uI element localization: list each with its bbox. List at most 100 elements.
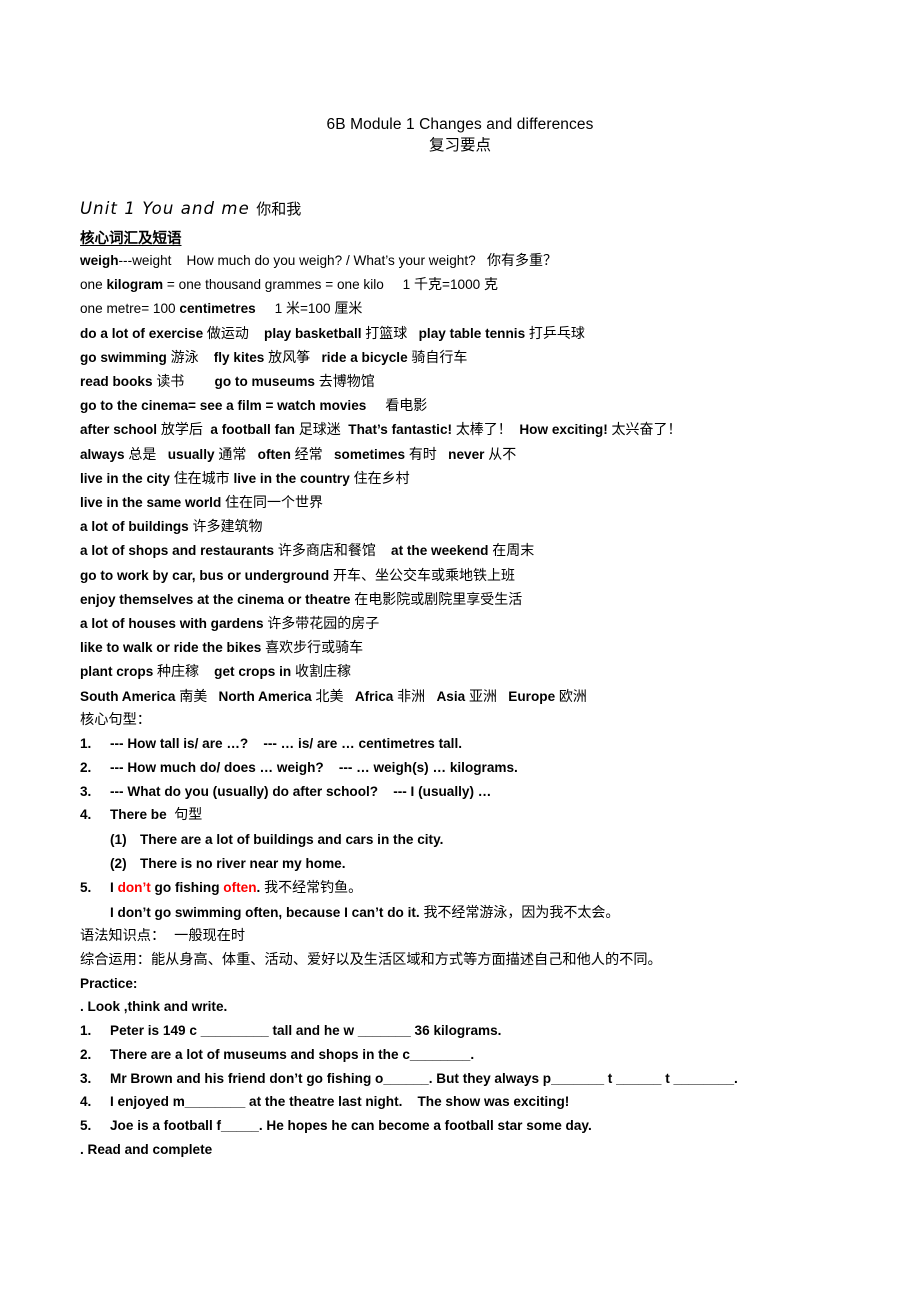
text-run: get crops in: [199, 664, 295, 680]
chinese-gloss: 克: [484, 277, 498, 294]
list-marker: 2.: [80, 1046, 92, 1062]
chinese-gloss: 句型: [174, 807, 203, 824]
vocab-section-heading: 核心词汇及短语: [80, 231, 182, 247]
chinese-gloss: 住在同一个世界: [225, 495, 324, 512]
chinese-gloss: 打乒乓球: [528, 325, 585, 342]
vocab-line-after-school: after school 放学后 a football fan 足球迷 That…: [80, 418, 840, 442]
chinese-gloss: 许多带花园的房子: [267, 616, 380, 633]
text-run: =1000: [442, 277, 484, 293]
sentence-pattern-item: 1. --- How tall is/ are …? --- … is/ are …: [80, 732, 840, 756]
text-run: go swimming: [80, 349, 171, 365]
chinese-gloss: 在周末: [492, 543, 535, 560]
practice-item: 5. Joe is a football f_____. He hopes he …: [80, 1114, 840, 1138]
text-run: How exciting!: [511, 422, 612, 438]
chinese-gloss: 游泳: [170, 349, 199, 366]
unit-heading-cn: 你和我: [256, 200, 302, 218]
text-run: fly kites: [198, 349, 269, 365]
vocab-line-kilogram: one kilogram = one thousand grammes = on…: [80, 273, 840, 297]
text-run: There be: [110, 807, 175, 823]
vocab-line-weigh: weigh---weight How much do you weigh? / …: [80, 249, 840, 273]
text-run: ride a bicycle: [310, 349, 412, 365]
practice-label: Practice:: [80, 975, 138, 991]
vocab-line-swimming: go swimming 游泳 fly kites 放风筝 ride a bicy…: [80, 346, 840, 370]
text-run: like to walk or ride the bikes: [80, 640, 266, 656]
chinese-gloss: 从不: [488, 446, 517, 463]
list-marker: 1.: [80, 736, 92, 752]
vocab-line-shops-restaurants: a lot of shops and restaurants 许多商店和餐馆 a…: [80, 539, 840, 563]
document-title: 6B Module 1 Changes and differences: [326, 116, 594, 133]
practice-item: 3. Mr Brown and his friend don’t go fishi…: [80, 1067, 840, 1091]
text-run: I enjoyed m________ at the theatre last …: [110, 1094, 570, 1110]
text-run: often: [246, 446, 295, 462]
chinese-gloss: 做运动: [206, 325, 249, 342]
chinese-gloss: 种庄稼: [157, 664, 200, 681]
chinese-gloss: 通常: [218, 446, 247, 463]
practice-item-list: 1. Peter is 149 c _________ tall and he w…: [80, 1019, 840, 1138]
text-run: = one thousand grammes = one kilo 1: [163, 277, 415, 293]
document-body: 6B Module 1 Changes and differences 复习要点…: [80, 0, 840, 1162]
text-run: live in the same world: [80, 495, 226, 511]
chinese-gloss: 我不经常钓鱼。: [264, 879, 363, 896]
chinese-gloss: 你有多重？: [486, 253, 557, 269]
text-run: .: [256, 879, 265, 895]
vocab-line-buildings: a lot of buildings 许多建筑物: [80, 515, 840, 539]
vocabulary-list: weigh---weight How much do you weigh? / …: [80, 249, 840, 709]
vocab-line-enjoy-themselves: enjoy themselves at the cinema or theatr…: [80, 588, 840, 612]
list-marker: 4.: [80, 1094, 92, 1110]
text-run: Asia: [425, 688, 469, 704]
chinese-gloss: 开车、坐公交车或乘地铁上班: [333, 567, 516, 584]
chinese-gloss: 北美: [315, 688, 344, 705]
text-run: There is no river near my home.: [140, 856, 346, 872]
text-run: Joe is a football f_____. He hopes he ca…: [110, 1118, 592, 1134]
text-run: a lot of houses with gardens: [80, 616, 268, 632]
text-run: read books: [80, 374, 157, 390]
text-run: --- How tall is/ are …? --- … is/ are … …: [110, 736, 463, 752]
text-run: plant crops: [80, 664, 158, 680]
chinese-gloss: 南美: [179, 688, 208, 705]
chinese-gloss: 骑自行车: [411, 349, 468, 366]
sentence-pattern-list: 1. --- How tall is/ are …? --- … is/ are …: [80, 732, 840, 925]
chinese-gloss: 在电影院或剧院里享受生活: [354, 591, 523, 608]
list-marker: (1): [110, 832, 127, 848]
chinese-gloss: 太兴奋了！: [611, 422, 682, 439]
practice-item: 4. I enjoyed m________ at the theatre las…: [80, 1090, 840, 1114]
text-run: enjoy themselves at the cinema or theatr…: [80, 591, 355, 607]
text-run: There are a lot of museums and shops in …: [110, 1046, 475, 1062]
practice-item: 1. Peter is 149 c _________ tall and he w…: [80, 1019, 840, 1043]
list-marker: 4.: [80, 807, 92, 823]
vocab-line-houses-gardens: a lot of houses with gardens 许多带花园的房子: [80, 612, 840, 636]
vocab-line-cinema: go to the cinema= see a film = watch mov…: [80, 394, 840, 418]
task-a-label: . Look ,think and write.: [80, 999, 228, 1015]
text-run: after school: [80, 422, 161, 438]
vocab-line-walk-ride: like to walk or ride the bikes 喜欢步行或骑车: [80, 636, 840, 660]
keyword: weigh: [80, 253, 119, 268]
text-run: live in the city: [80, 470, 174, 486]
text-run: always: [80, 446, 129, 462]
text-run: That’s fantastic!: [340, 422, 456, 438]
chinese-gloss: 读书: [156, 374, 185, 391]
list-marker: 3.: [80, 1070, 92, 1086]
list-marker: 2.: [80, 759, 92, 775]
text-run: South America: [80, 688, 180, 704]
chinese-gloss: 厘米: [334, 301, 363, 318]
text-run: There are a lot of buildings and cars in…: [140, 832, 444, 848]
text-run: North America: [207, 688, 316, 704]
text-run: Europe: [496, 688, 559, 704]
chinese-gloss: 许多建筑物: [192, 519, 263, 536]
chinese-gloss: 太棒了！: [455, 422, 512, 439]
chinese-gloss: 收割庄稼: [294, 664, 351, 681]
vocab-line-frequency: always 总是 usually 通常 often 经常 sometimes …: [80, 443, 840, 467]
text-run: --- What do you (usually) do after schoo…: [110, 783, 492, 799]
text-run: go to the cinema= see a film = watch mov…: [80, 398, 386, 414]
chinese-gloss: 非洲: [397, 688, 426, 705]
task-b-label: . Read and complete: [80, 1142, 213, 1158]
list-marker: 5.: [80, 1118, 92, 1134]
text-run: go to museums: [184, 374, 319, 390]
text-run: never: [436, 446, 489, 462]
text-run: usually: [156, 446, 219, 462]
text-run: --- How much do/ does … weigh? --- … wei…: [110, 759, 518, 775]
chinese-gloss: 欧洲: [558, 688, 587, 705]
text-run: a lot of buildings: [80, 519, 193, 535]
chinese-gloss: 有时: [408, 446, 437, 463]
unit-heading: Unit 1 You and me 你和我: [80, 198, 840, 220]
